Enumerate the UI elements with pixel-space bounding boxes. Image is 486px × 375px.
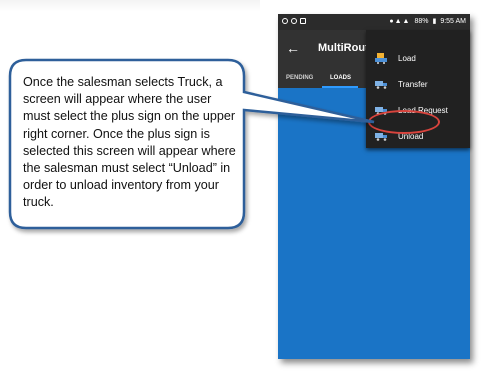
callout-text: Once the salesman selects Truck, a scree… — [23, 75, 236, 210]
